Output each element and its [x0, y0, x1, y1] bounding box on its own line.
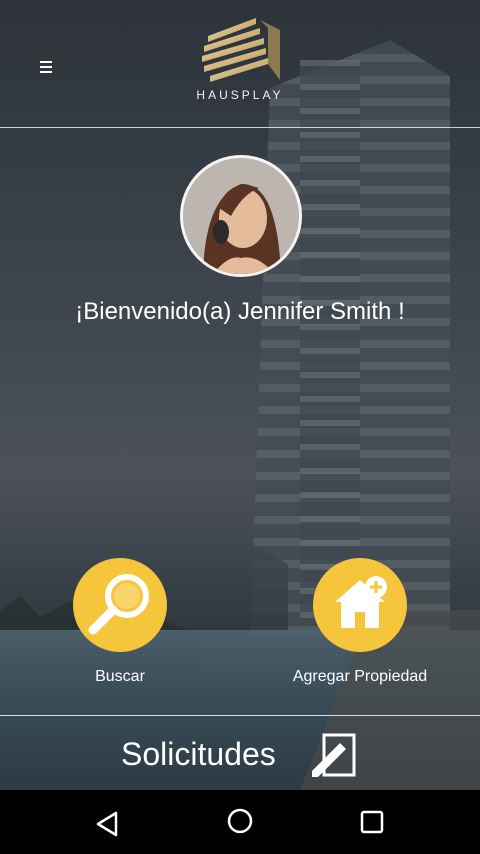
search-label: Buscar: [95, 668, 145, 685]
add-property-circle: [313, 558, 407, 652]
hamburger-menu-icon[interactable]: [36, 56, 58, 78]
search-circle: [73, 558, 167, 652]
back-triangle-icon[interactable]: [88, 804, 128, 844]
magnifier-icon: [88, 574, 149, 635]
brand-name: HAUSPLAY: [196, 88, 284, 102]
search-button[interactable]: Buscar: [20, 558, 220, 686]
section-divider: [0, 715, 480, 716]
solicitudes-button[interactable]: Solicitudes: [0, 718, 480, 790]
solicitudes-label: Solicitudes: [121, 736, 276, 772]
add-property-label: Agregar Propiedad: [292, 668, 428, 685]
android-navigation-bar: [0, 790, 480, 854]
building-logo-icon: [202, 18, 280, 82]
add-property-button[interactable]: Agregar Propiedad: [260, 558, 460, 686]
welcome-message: ¡Bienvenido(a) Jennifer Smith !: [75, 298, 405, 325]
app-screen: HAUSPLAY ¡Bienvenido(a) Jennifer Smith !…: [0, 0, 480, 854]
house-add-icon: [335, 576, 387, 628]
edit-document-icon: [312, 733, 356, 777]
recents-square-icon[interactable]: [352, 804, 392, 844]
brand-logo: HAUSPLAY: [180, 16, 300, 111]
user-avatar: [180, 155, 302, 277]
app-header: HAUSPLAY: [0, 0, 480, 128]
home-circle-icon[interactable]: [220, 804, 260, 844]
avatar-portrait: [183, 158, 299, 274]
